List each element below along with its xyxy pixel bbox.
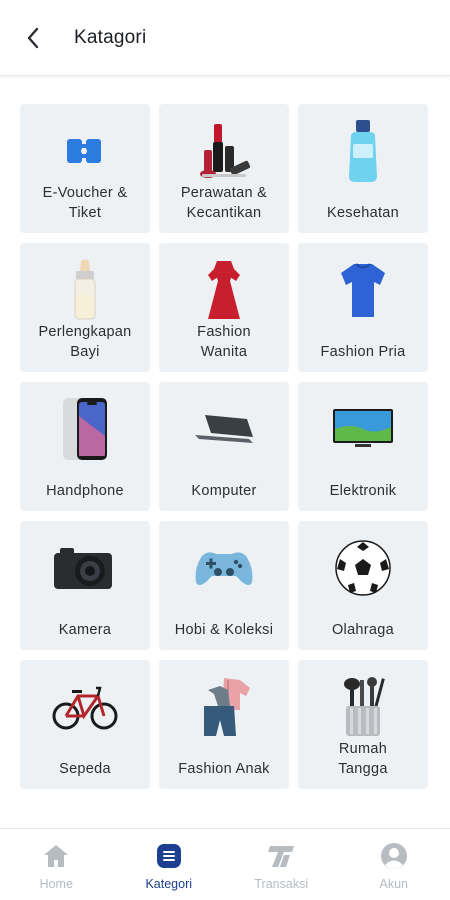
- category-label: Hobi & Koleksi: [174, 622, 274, 638]
- category-label: Perawatan & Kecantikan: [180, 185, 268, 221]
- category-tile-e-voucher[interactable]: E-Voucher & Tiket: [20, 104, 150, 233]
- category-tile-fashion-wanita[interactable]: Fashion Wanita: [159, 243, 289, 372]
- category-tile-kesehatan[interactable]: Kesehatan: [298, 104, 428, 233]
- category-label: Elektronik: [329, 483, 397, 499]
- transaction-icon: [266, 841, 296, 871]
- category-list-icon: [154, 841, 184, 871]
- category-label: Komputer: [191, 483, 257, 499]
- shirt-icon: [298, 255, 428, 325]
- category-tile-komputer[interactable]: Komputer: [159, 382, 289, 511]
- kids-clothes-icon: [159, 672, 289, 742]
- ticket-icon: [20, 116, 150, 186]
- category-tile-fashion-pria[interactable]: Fashion Pria: [298, 243, 428, 372]
- category-label: Kamera: [58, 622, 112, 638]
- mouthwash-bottle-icon: [298, 116, 428, 186]
- soccer-ball-icon: [298, 533, 428, 603]
- back-arrow-icon: [27, 27, 39, 48]
- nav-label: Home: [39, 877, 73, 891]
- nav-label: Kategori: [145, 877, 193, 891]
- category-label: Sepeda: [59, 761, 111, 777]
- category-tile-sepeda[interactable]: Sepeda: [20, 660, 150, 789]
- camera-icon: [20, 533, 150, 603]
- category-tile-olahraga[interactable]: Olahraga: [298, 521, 428, 650]
- dress-icon: [159, 255, 289, 325]
- category-label: Handphone: [46, 483, 124, 499]
- bottom-navigation: Home Kategori Transaksi Akun: [0, 828, 450, 900]
- gamepad-icon: [159, 533, 289, 603]
- category-tile-fashion-anak[interactable]: Fashion Anak: [159, 660, 289, 789]
- home-icon: [41, 841, 71, 871]
- bicycle-icon: [20, 672, 150, 742]
- baby-bottle-icon: [20, 255, 150, 325]
- category-label: Rumah Tangga: [338, 741, 388, 777]
- category-tile-hobi-koleksi[interactable]: Hobi & Koleksi: [159, 521, 289, 650]
- page-title: Katagori: [74, 26, 147, 48]
- category-tile-perlengkapan-bayi[interactable]: Perlengkapan Bayi: [20, 243, 150, 372]
- smartphone-icon: [20, 394, 150, 464]
- nav-kategori[interactable]: Kategori: [113, 829, 226, 900]
- category-tile-kamera[interactable]: Kamera: [20, 521, 150, 650]
- category-screen: Katagori E-Voucher & Tiket Perawatan & K…: [0, 0, 450, 900]
- category-label: Kesehatan: [326, 205, 400, 221]
- nav-label: Transaksi: [254, 877, 309, 891]
- cosmetics-icon: [159, 116, 289, 186]
- app-header: Katagori: [0, 0, 450, 76]
- category-tile-perawatan-kecantikan[interactable]: Perawatan & Kecantikan: [159, 104, 289, 233]
- nav-label: Akun: [379, 877, 409, 891]
- category-label: Fashion Anak: [178, 761, 270, 777]
- category-label: Fashion Wanita: [197, 324, 251, 360]
- category-tile-rumah-tangga[interactable]: Rumah Tangga: [298, 660, 428, 789]
- category-label: Perlengkapan Bayi: [38, 324, 132, 360]
- category-grid: E-Voucher & Tiket Perawatan & Kecantikan: [20, 104, 428, 789]
- account-icon: [379, 841, 409, 871]
- category-label: E-Voucher & Tiket: [42, 185, 128, 221]
- back-button[interactable]: [14, 18, 54, 58]
- television-icon: [298, 394, 428, 464]
- laptop-icon: [159, 394, 289, 464]
- category-label: Olahraga: [331, 622, 395, 638]
- category-label: Fashion Pria: [320, 344, 406, 360]
- kitchen-utensils-icon: [298, 672, 428, 742]
- category-tile-elektronik[interactable]: Elektronik: [298, 382, 428, 511]
- nav-transaksi[interactable]: Transaksi: [225, 829, 338, 900]
- category-tile-handphone[interactable]: Handphone: [20, 382, 150, 511]
- nav-home[interactable]: Home: [0, 829, 113, 900]
- nav-akun[interactable]: Akun: [338, 829, 450, 900]
